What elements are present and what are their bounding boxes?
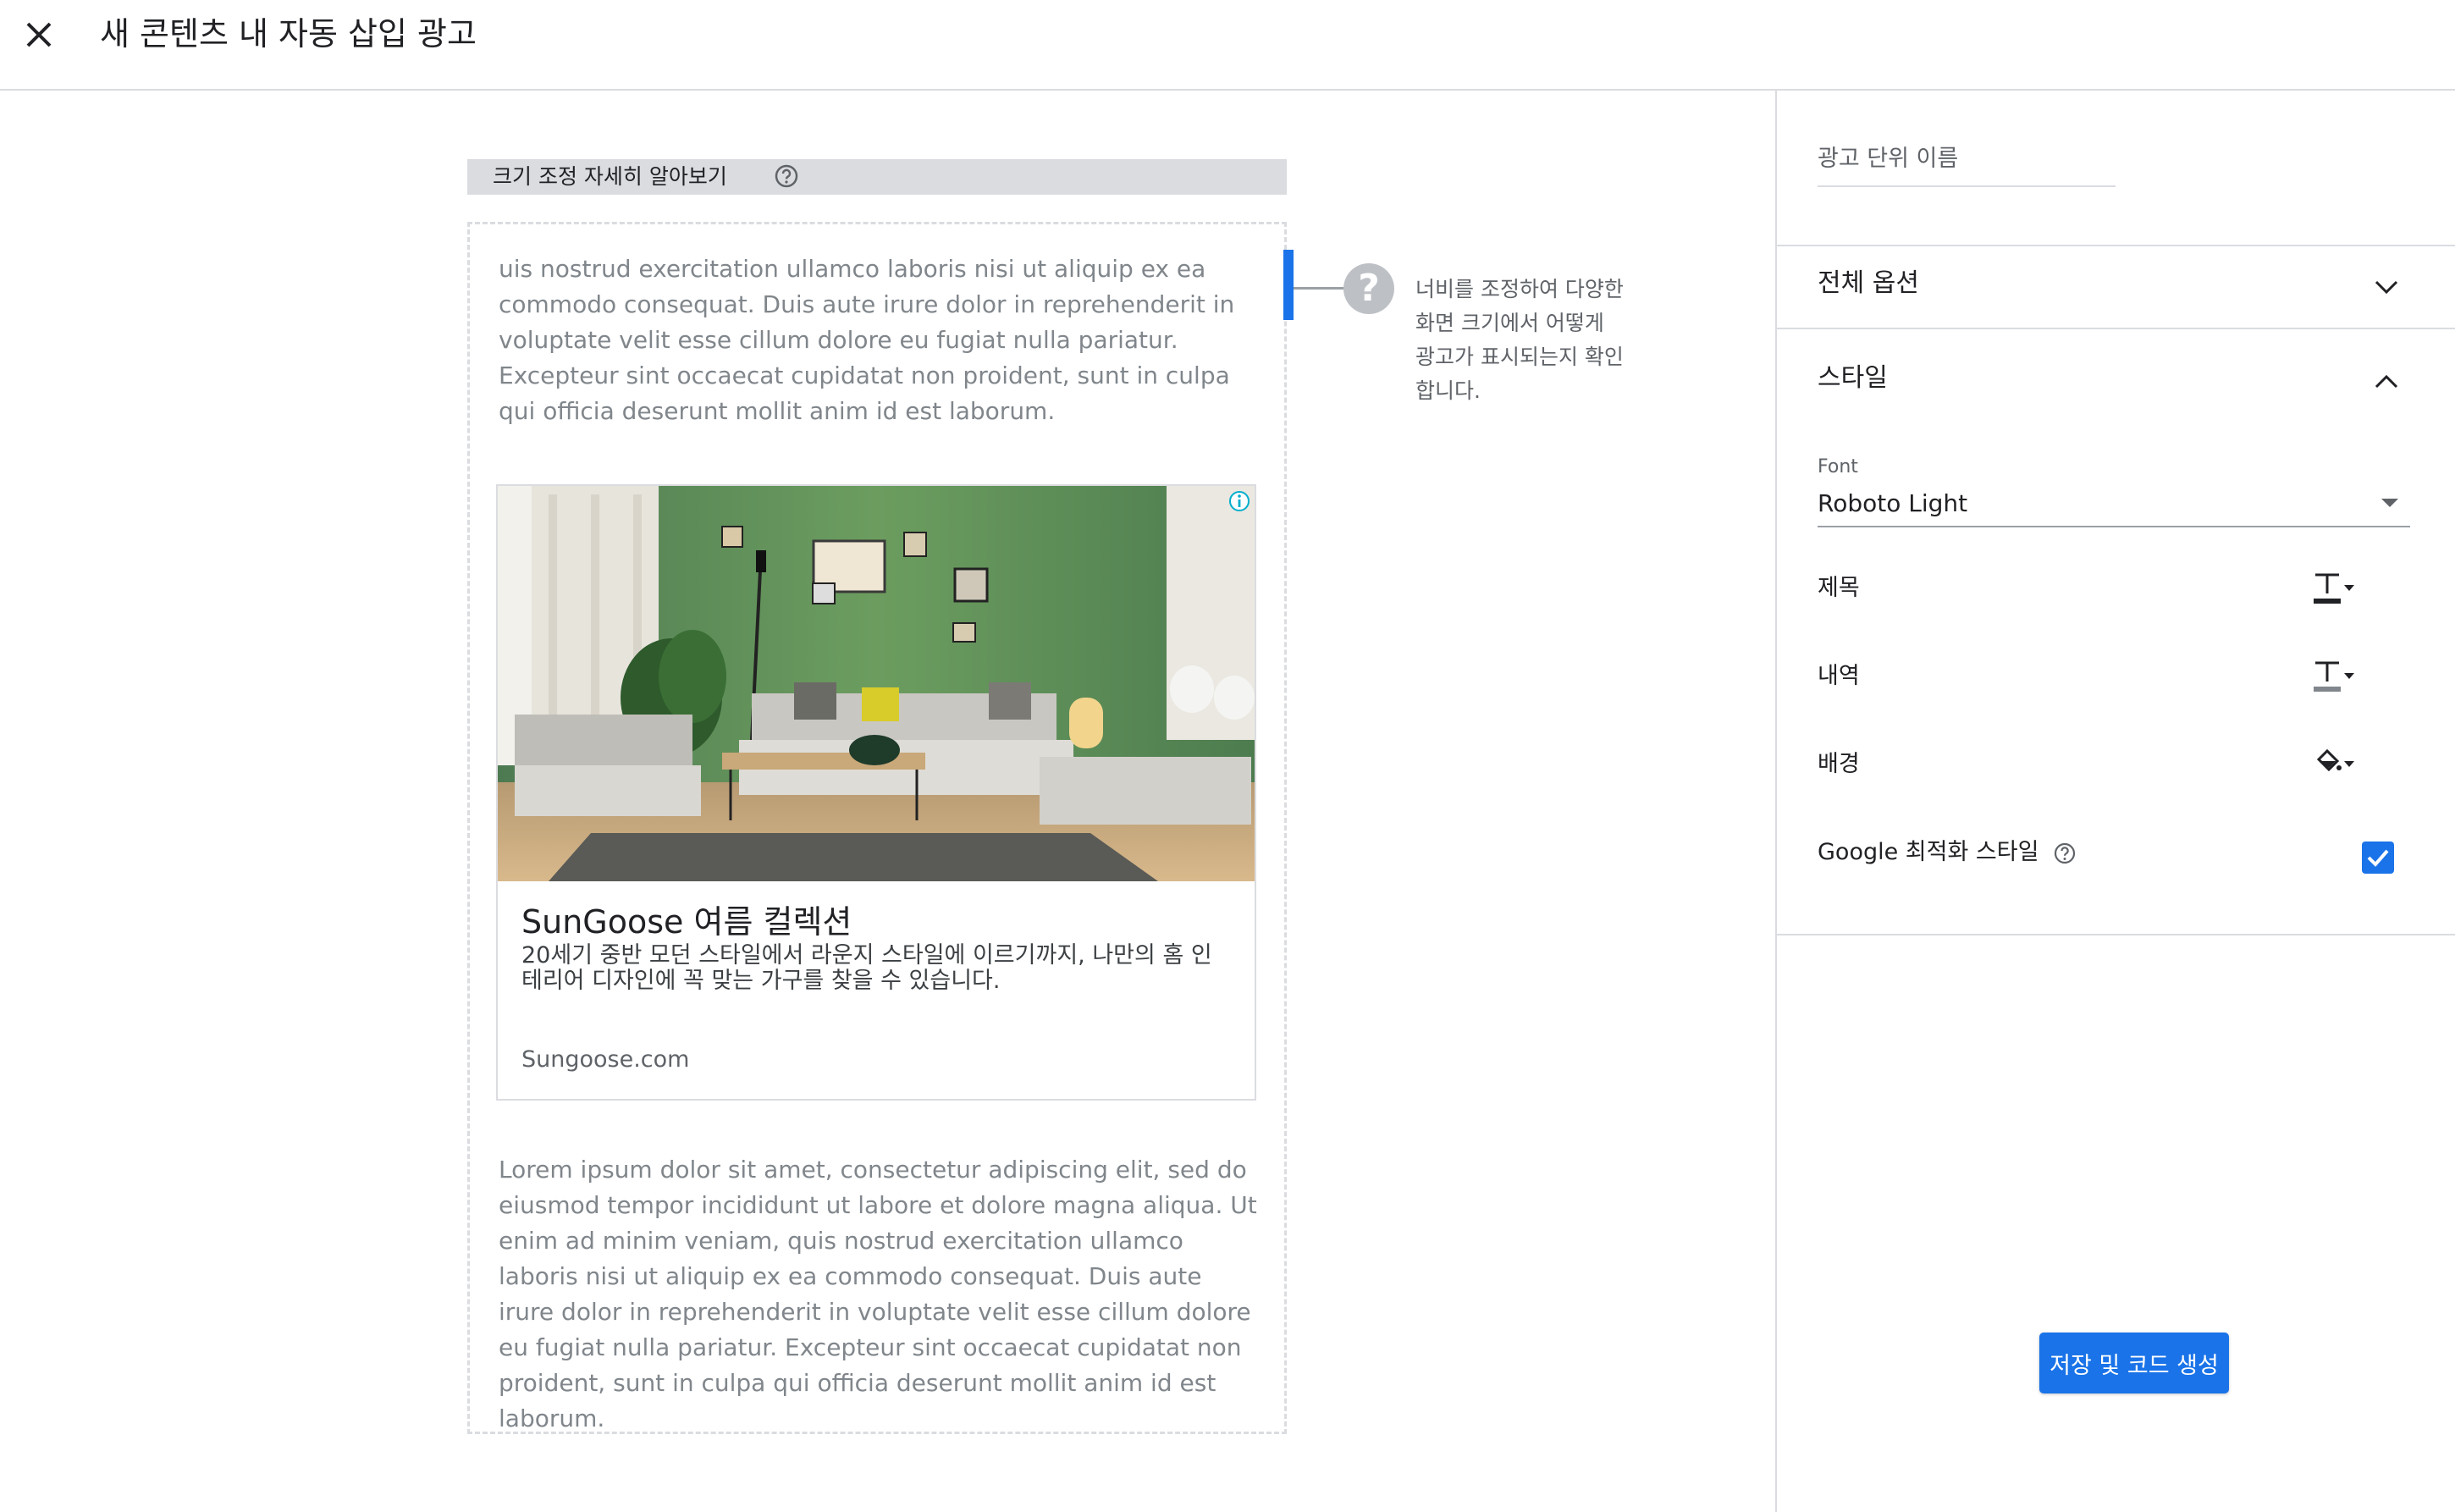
title-style-row: 제목 (1818, 565, 2410, 612)
close-icon (26, 22, 52, 47)
settings-panel: 전체 옵션 스타일 Font Roboto Light 제목 (1775, 91, 2455, 1512)
page-title: 새 콘텐츠 내 자동 삽입 광고 (100, 15, 477, 52)
google-optimized-label: Google 최적화 스타일 (1818, 836, 2077, 869)
dropdown-arrow-icon (2381, 499, 2398, 507)
resize-learn-more-bar: 크기 조정 자세히 알아보기 (467, 159, 1287, 195)
hint-connector-line (1294, 287, 1344, 290)
description-color-picker[interactable] (2275, 656, 2359, 697)
close-button[interactable] (17, 10, 61, 59)
chevron-down-icon (2375, 280, 2398, 295)
ad-display-url: Sungoose.com (521, 1046, 690, 1073)
fill-color-icon (2316, 748, 2342, 772)
resize-handle[interactable] (1283, 250, 1294, 320)
background-style-label: 배경 (1818, 751, 1860, 777)
font-label: Font (1818, 456, 1858, 477)
description-style-row: 내역 (1818, 653, 2410, 700)
ad-headline: SunGoose 여름 컬렉션 (521, 903, 852, 941)
text-color-icon (2314, 661, 2341, 692)
resize-learn-more-link[interactable]: 크기 조정 자세히 알아보기 (493, 163, 727, 191)
description-style-label: 내역 (1818, 663, 1860, 689)
text-color-icon (2314, 573, 2341, 604)
general-options-label: 전체 옵션 (1818, 268, 1919, 298)
ad-image (498, 486, 1255, 881)
general-options-section[interactable]: 전체 옵션 (1777, 246, 2455, 328)
ad-info-icon[interactable] (1228, 489, 1251, 513)
top-bar: 새 콘텐츠 내 자동 삽입 광고 (0, 0, 2455, 91)
style-section[interactable]: 스타일 (1777, 341, 2455, 422)
background-color-picker[interactable] (2275, 744, 2359, 785)
google-optimized-text: Google 최적화 스타일 (1818, 839, 2039, 865)
google-optimized-row: Google 최적화 스타일 (1818, 829, 2410, 876)
font-value: Roboto Light (1818, 489, 1968, 517)
divider (1777, 934, 2455, 935)
title-color-picker[interactable] (2275, 568, 2359, 609)
checkmark-icon (2367, 849, 2389, 867)
help-icon[interactable] (2053, 842, 2077, 865)
font-select[interactable]: Roboto Light (1818, 485, 2410, 527)
title-style-label: 제목 (1818, 575, 1860, 601)
ad-card[interactable]: SunGoose 여름 컬렉션 20세기 중반 모던 스타일에서 라운지 스타일… (496, 484, 1256, 1101)
ad-description: 20세기 중반 모던 스타일에서 라운지 스타일에 이르기까지, 나만의 홈 인… (521, 942, 1212, 994)
google-optimized-checkbox[interactable] (2362, 842, 2394, 874)
question-icon: ? (1343, 263, 1394, 314)
help-icon[interactable] (774, 163, 799, 189)
ad-unit-name-input[interactable] (1818, 140, 2116, 187)
save-and-generate-code-button[interactable]: 저장 및 코드 생성 (2039, 1333, 2229, 1393)
sample-paragraph-top: uis nostrud exercitation ullamco laboris… (499, 255, 1235, 425)
resize-hint-text: 너비를 조정하여 다양한 화면 크기에서 어떻게 광고가 표시되는지 확인합니다… (1415, 277, 1624, 403)
chevron-up-icon (2375, 374, 2398, 389)
sample-paragraph-bottom: Lorem ipsum dolor sit amet, consectetur … (499, 1156, 1257, 1432)
divider (1777, 328, 2455, 329)
style-label: 스타일 (1818, 363, 1888, 393)
background-style-row: 배경 (1818, 741, 2410, 788)
